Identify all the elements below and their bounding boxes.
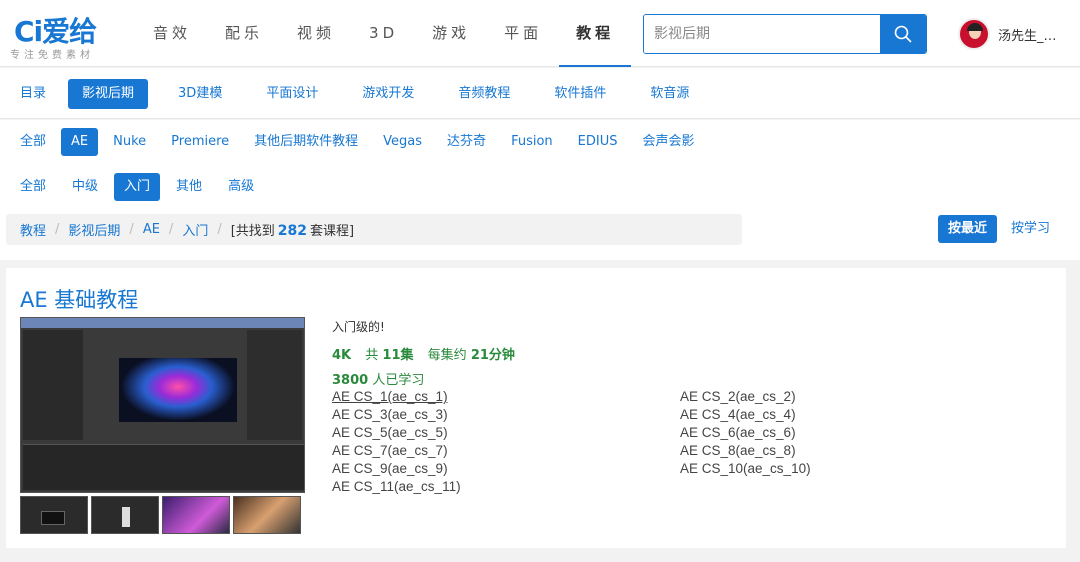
thumbnail-preview[interactable] bbox=[233, 496, 301, 534]
search-box bbox=[643, 14, 927, 54]
logo-tagline: 专注免费素材 bbox=[10, 50, 94, 61]
avatar bbox=[958, 18, 990, 50]
breadcrumb-separator: / bbox=[168, 222, 174, 237]
nav-item-sound[interactable]: 音效 bbox=[136, 0, 208, 67]
category-video-post[interactable]: 影视后期 bbox=[68, 79, 149, 109]
level-beginner[interactable]: 入门 bbox=[114, 173, 161, 201]
course-info: 入门级的! 4K 共 11集 每集约 21分钟 3800 人已学习 bbox=[332, 318, 515, 388]
lesson-link[interactable]: AE CS_1(ae_cs_1) bbox=[332, 388, 680, 406]
lesson-link[interactable]: AE CS_9(ae_cs_9) bbox=[332, 460, 680, 478]
course-title[interactable]: AE 基础教程 bbox=[20, 284, 138, 314]
top-header: Ci爱给 专注免费素材 音效 配乐 视频 3D 游戏 平面 教程 汤先生_… bbox=[0, 0, 1080, 67]
episode-duration: 21分钟 bbox=[470, 348, 515, 363]
nav-item-graphic[interactable]: 平面 bbox=[487, 0, 559, 67]
level-intermediate[interactable]: 中级 bbox=[62, 173, 108, 201]
software-other[interactable]: 其他后期软件教程 bbox=[244, 128, 368, 156]
level-other[interactable]: 其他 bbox=[166, 173, 212, 201]
software-filter: 全部 AE Nuke Premiere 其他后期软件教程 Vegas 达芬奇 F… bbox=[0, 120, 1080, 164]
category-bar: 目录 影视后期 3D建模 平面设计 游戏开发 音频教程 软件插件 软音源 bbox=[0, 68, 1080, 119]
search-input[interactable] bbox=[644, 15, 882, 53]
site-logo[interactable]: Ci爱给 专注免费素材 bbox=[8, 8, 118, 61]
breadcrumb-bar: 教程 / 影视后期 / AE / 入门 / [共找到 282 套课程] 按最近 按学… bbox=[0, 210, 1080, 260]
user-menu[interactable]: 汤先生_… bbox=[958, 16, 1057, 52]
logo-mark: Ci爱给 bbox=[14, 15, 97, 48]
sort-latest-button[interactable]: 按最近 bbox=[938, 215, 998, 243]
main-nav: 音效 配乐 视频 3D 游戏 平面 教程 bbox=[136, 0, 632, 67]
category-catalog[interactable]: 目录 bbox=[10, 79, 60, 109]
breadcrumb-separator: / bbox=[129, 222, 134, 237]
sort-study-button[interactable]: 按学习 bbox=[1001, 215, 1060, 243]
lesson-link[interactable]: AE CS_6(ae_cs_6) bbox=[680, 424, 1028, 442]
lesson-link[interactable]: AE CS_10(ae_cs_10) bbox=[680, 460, 1028, 478]
search-icon bbox=[894, 25, 912, 43]
nav-item-music[interactable]: 配乐 bbox=[208, 0, 280, 67]
category-game-dev[interactable]: 游戏开发 bbox=[348, 79, 428, 109]
lesson-link[interactable]: AE CS_7(ae_cs_7) bbox=[332, 442, 680, 460]
level-filter: 全部 中级 入门 其他 高级 bbox=[0, 164, 1080, 210]
result-count: [共找到 282 套课程] bbox=[230, 223, 355, 239]
breadcrumb-beginner[interactable]: 入门 bbox=[182, 220, 208, 239]
category-soft-synth[interactable]: 软音源 bbox=[636, 79, 703, 109]
thumbnail-preview[interactable] bbox=[91, 496, 159, 534]
learner-count: 3800 人已学习 bbox=[332, 373, 425, 388]
category-3d-modeling[interactable]: 3D建模 bbox=[164, 79, 236, 109]
level-all[interactable]: 全部 bbox=[10, 173, 56, 201]
breadcrumb: 教程 / 影视后期 / AE / 入门 / [共找到 282 套课程] bbox=[6, 214, 742, 245]
software-premiere[interactable]: Premiere bbox=[161, 128, 239, 156]
breadcrumb-ae[interactable]: AE bbox=[143, 222, 160, 237]
lesson-link[interactable]: AE CS_11(ae_cs_11) bbox=[332, 478, 680, 496]
lesson-link[interactable]: AE CS_2(ae_cs_2) bbox=[680, 388, 1028, 406]
lesson-list: AE CS_1(ae_cs_1) AE CS_2(ae_cs_2) AE CS_… bbox=[332, 388, 1032, 496]
course-meta: 4K 共 11集 每集约 21分钟 bbox=[332, 348, 515, 363]
search-button[interactable] bbox=[880, 15, 926, 53]
course-description: 入门级的! bbox=[332, 320, 385, 334]
category-audio-tutorial[interactable]: 音频教程 bbox=[444, 79, 524, 109]
software-corel-videostudio[interactable]: 会声会影 bbox=[632, 128, 704, 156]
thumbnail-preview[interactable] bbox=[20, 496, 88, 534]
quality-badge: 4K bbox=[332, 348, 352, 363]
sort-options: 按最近 按学习 bbox=[938, 215, 1060, 243]
thumbnail-preview[interactable] bbox=[162, 496, 230, 534]
nav-item-game[interactable]: 游戏 bbox=[415, 0, 487, 67]
nav-item-video[interactable]: 视频 bbox=[280, 0, 352, 67]
category-software-plugins[interactable]: 软件插件 bbox=[540, 79, 620, 109]
thumbnail-strip bbox=[20, 496, 304, 534]
breadcrumb-video-post[interactable]: 影视后期 bbox=[68, 220, 120, 239]
nav-item-3d[interactable]: 3D bbox=[352, 0, 415, 67]
result-count-number: 282 bbox=[277, 223, 308, 239]
lesson-link[interactable]: AE CS_3(ae_cs_3) bbox=[332, 406, 680, 424]
software-edius[interactable]: EDIUS bbox=[568, 128, 628, 156]
breadcrumb-separator: / bbox=[55, 222, 60, 237]
nav-item-tutorial[interactable]: 教程 bbox=[559, 0, 632, 67]
software-fusion[interactable]: Fusion bbox=[501, 128, 563, 156]
software-vegas[interactable]: Vegas bbox=[373, 128, 432, 156]
course-card: AE 基础教程 入门级的! 4K 共 11集 每集约 21分钟 3800 人已学… bbox=[6, 268, 1066, 548]
software-ae[interactable]: AE bbox=[61, 128, 99, 156]
software-all[interactable]: 全部 bbox=[10, 128, 56, 156]
course-thumbnail[interactable] bbox=[20, 317, 305, 493]
user-name: 汤先生_… bbox=[998, 28, 1057, 44]
lesson-link[interactable]: AE CS_5(ae_cs_5) bbox=[332, 424, 680, 442]
breadcrumb-tutorial[interactable]: 教程 bbox=[20, 220, 46, 239]
software-nuke[interactable]: Nuke bbox=[103, 128, 156, 156]
level-advanced[interactable]: 高级 bbox=[218, 173, 264, 201]
lesson-link[interactable]: AE CS_8(ae_cs_8) bbox=[680, 442, 1028, 460]
lesson-link[interactable]: AE CS_4(ae_cs_4) bbox=[680, 406, 1028, 424]
episode-count: 11集 bbox=[382, 348, 414, 363]
category-graphic-design[interactable]: 平面设计 bbox=[252, 79, 332, 109]
breadcrumb-separator: / bbox=[217, 222, 222, 237]
software-davinci[interactable]: 达芬奇 bbox=[437, 128, 496, 156]
